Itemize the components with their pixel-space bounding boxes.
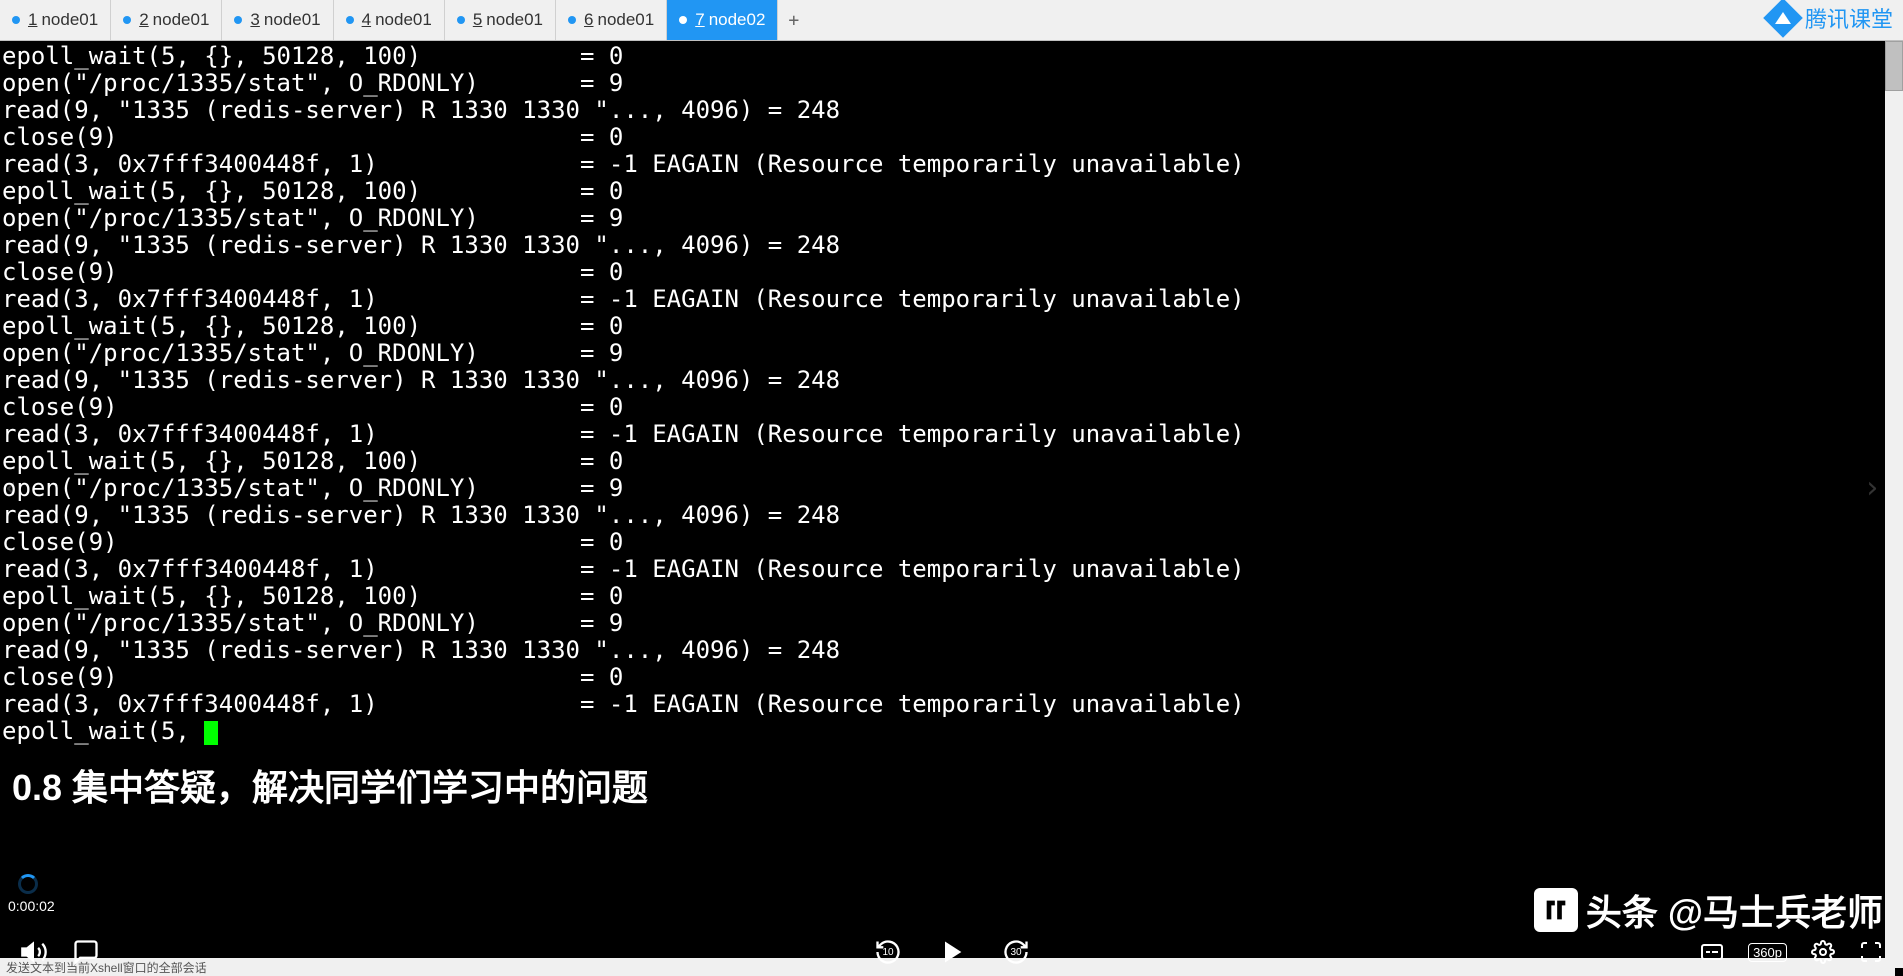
fullscreen-icon[interactable] xyxy=(1859,940,1883,964)
terminal-line: read(3, 0x7fff3400448f, 1) = -1 EAGAIN (… xyxy=(2,421,1895,448)
terminal-line: read(9, "1335 (redis-server) R 1330 1330… xyxy=(2,637,1895,664)
terminal-line: epoll_wait(5, {}, 50128, 100) = 0 xyxy=(2,583,1895,610)
tab-label: node01 xyxy=(264,10,321,30)
comment-icon[interactable] xyxy=(72,938,100,966)
terminal-line: read(3, 0x7fff3400448f, 1) = -1 EAGAIN (… xyxy=(2,151,1895,178)
terminal-line: read(9, "1335 (redis-server) R 1330 1330… xyxy=(2,502,1895,529)
video-player-controls: 10 30 360p xyxy=(0,928,1903,976)
subtitle-icon[interactable] xyxy=(1700,940,1724,964)
scrollbar[interactable] xyxy=(1885,41,1903,968)
tab-node01-4[interactable]: 4 node01 xyxy=(334,0,445,40)
loading-spinner-icon xyxy=(18,874,38,894)
terminal-line: open("/proc/1335/stat", O_RDONLY) = 9 xyxy=(2,205,1895,232)
terminal-output[interactable]: epoll_wait(5, {}, 50128, 100) = 0open("/… xyxy=(0,41,1895,968)
terminal-line: epoll_wait(5, {}, 50128, 100) = 0 xyxy=(2,448,1895,475)
watermark-icon xyxy=(1534,888,1578,932)
tab-number: 4 xyxy=(362,10,371,30)
connection-dot-icon xyxy=(12,16,20,24)
tab-number: 6 xyxy=(584,10,593,30)
brand-icon xyxy=(1763,0,1803,38)
terminal-line: open("/proc/1335/stat", O_RDONLY) = 9 xyxy=(2,610,1895,637)
scrollbar-thumb[interactable] xyxy=(1885,41,1903,91)
terminal-line: read(3, 0x7fff3400448f, 1) = -1 EAGAIN (… xyxy=(2,691,1895,718)
terminal-line: open("/proc/1335/stat", O_RDONLY) = 9 xyxy=(2,475,1895,502)
connection-dot-icon xyxy=(346,16,354,24)
terminal-line: open("/proc/1335/stat", O_RDONLY) = 9 xyxy=(2,340,1895,367)
terminal-line: read(3, 0x7fff3400448f, 1) = -1 EAGAIN (… xyxy=(2,286,1895,313)
brand-logo: 腾讯课堂 xyxy=(1769,2,1893,34)
next-arrow[interactable]: › xyxy=(1863,471,1881,506)
settings-icon[interactable] xyxy=(1811,940,1835,964)
tab-label: node02 xyxy=(709,10,766,30)
connection-dot-icon xyxy=(679,16,687,24)
connection-dot-icon xyxy=(568,16,576,24)
tab-label: node01 xyxy=(153,10,210,30)
video-subtitle: 0.8 集中答疑，解决同学们学习中的问题 xyxy=(12,759,648,811)
terminal-line: close(9) = 0 xyxy=(2,664,1895,691)
terminal-line: read(9, "1335 (redis-server) R 1330 1330… xyxy=(2,97,1895,124)
add-tab-button[interactable]: + xyxy=(778,10,809,31)
terminal-line: read(3, 0x7fff3400448f, 1) = -1 EAGAIN (… xyxy=(2,556,1895,583)
terminal-line: close(9) = 0 xyxy=(2,529,1895,556)
brand-text: 腾讯课堂 xyxy=(1805,2,1893,34)
terminal-line: close(9) = 0 xyxy=(2,394,1895,421)
terminal-line: close(9) = 0 xyxy=(2,124,1895,151)
connection-dot-icon xyxy=(123,16,131,24)
forward-button[interactable]: 30 xyxy=(1002,938,1030,966)
tab-label: node01 xyxy=(486,10,543,30)
tab-label: node01 xyxy=(41,10,98,30)
tab-number: 2 xyxy=(139,10,148,30)
terminal-line: epoll_wait(5, xyxy=(2,718,1895,745)
tab-bar: 1 node012 node013 node014 node015 node01… xyxy=(0,0,1903,41)
tab-node01-1[interactable]: 1 node01 xyxy=(0,0,111,40)
terminal-line: close(9) = 0 xyxy=(2,259,1895,286)
connection-dot-icon xyxy=(234,16,242,24)
tab-label: node01 xyxy=(375,10,432,30)
tab-number: 3 xyxy=(250,10,259,30)
quality-selector[interactable]: 360p xyxy=(1748,943,1787,962)
tab-number: 1 xyxy=(28,10,37,30)
rewind-seconds: 10 xyxy=(883,947,894,958)
tab-node01-2[interactable]: 2 node01 xyxy=(111,0,222,40)
tab-number: 7 xyxy=(695,10,704,30)
connection-dot-icon xyxy=(457,16,465,24)
forward-seconds: 30 xyxy=(1011,947,1022,958)
tab-number: 5 xyxy=(473,10,482,30)
tab-node01-3[interactable]: 3 node01 xyxy=(222,0,333,40)
terminal-line: epoll_wait(5, {}, 50128, 100) = 0 xyxy=(2,313,1895,340)
terminal-line: epoll_wait(5, {}, 50128, 100) = 0 xyxy=(2,178,1895,205)
tab-node01-5[interactable]: 5 node01 xyxy=(445,0,556,40)
prev-arrow[interactable]: ‹ xyxy=(2,471,20,506)
play-button[interactable] xyxy=(938,938,966,966)
video-timestamp: 0:00:02 xyxy=(8,898,55,914)
volume-icon[interactable] xyxy=(20,938,48,966)
terminal-line: read(9, "1335 (redis-server) R 1330 1330… xyxy=(2,367,1895,394)
tab-node01-6[interactable]: 6 node01 xyxy=(556,0,667,40)
tab-label: node01 xyxy=(597,10,654,30)
terminal-line: open("/proc/1335/stat", O_RDONLY) = 9 xyxy=(2,70,1895,97)
terminal-line: read(9, "1335 (redis-server) R 1330 1330… xyxy=(2,232,1895,259)
rewind-button[interactable]: 10 xyxy=(874,938,902,966)
terminal-line: epoll_wait(5, {}, 50128, 100) = 0 xyxy=(2,43,1895,70)
terminal-cursor xyxy=(204,721,218,745)
tab-node02-7[interactable]: 7 node02 xyxy=(667,0,778,40)
